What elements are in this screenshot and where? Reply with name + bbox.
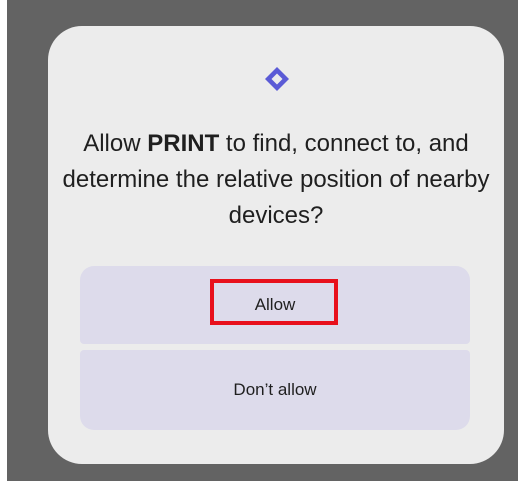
allow-button[interactable]: Allow (80, 266, 470, 344)
app-name: PRINT (147, 130, 220, 157)
nearby-devices-icon (265, 67, 289, 91)
dont-allow-button[interactable]: Don’t allow (80, 350, 470, 430)
allow-button-label: Allow (254, 295, 296, 314)
permission-message: Allow PRINT to find, connect to, and det… (58, 126, 494, 234)
dont-allow-button-label: Don’t allow (233, 380, 317, 399)
message-prefix: Allow (83, 130, 148, 157)
permission-dialog: Allow PRINT to find, connect to, and det… (48, 26, 504, 464)
